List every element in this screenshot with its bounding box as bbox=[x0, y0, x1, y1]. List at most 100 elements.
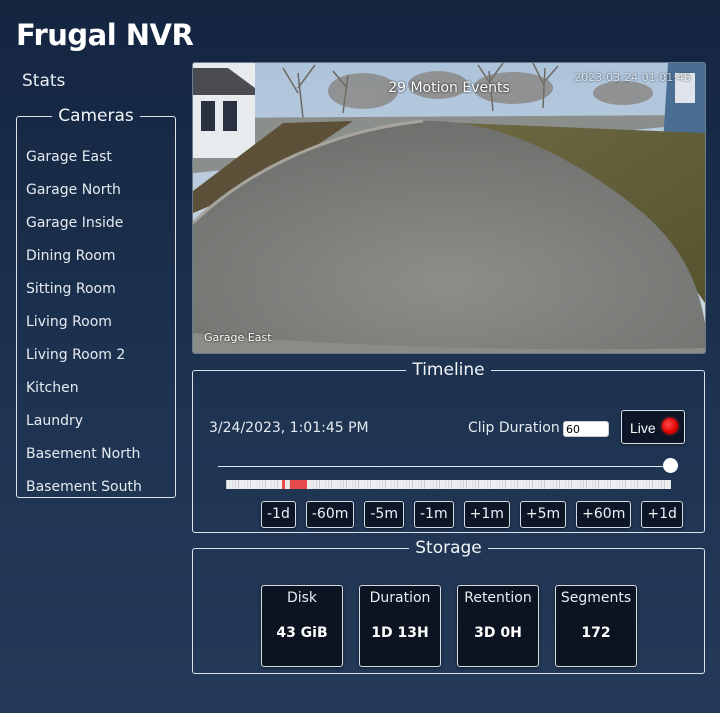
timeline-segment-tick bbox=[457, 480, 458, 489]
live-button[interactable]: Live bbox=[621, 410, 685, 444]
motion-event-marker[interactable] bbox=[282, 480, 285, 489]
timeline-segment-tick bbox=[358, 480, 359, 489]
timeline-segment-tick bbox=[463, 480, 464, 489]
timeline-segment-tick bbox=[229, 480, 230, 489]
timeline-segment-tick bbox=[640, 480, 641, 489]
timeline-segment-tick bbox=[331, 480, 332, 489]
cameras-panel: Cameras Garage East Garage North Garage … bbox=[16, 106, 176, 498]
timeline-segment-tick bbox=[622, 480, 623, 489]
live-indicator-icon bbox=[662, 418, 678, 434]
timeline-segment-tick bbox=[352, 480, 353, 489]
timeline-panel: Timeline 3/24/2023, 1:01:45 PM Clip Dura… bbox=[192, 360, 705, 533]
timeline-segment-tick bbox=[436, 480, 437, 489]
storage-card-value: 1D 13H bbox=[371, 625, 429, 641]
storage-card-title: Disk bbox=[286, 590, 318, 606]
timeline-segment-tick bbox=[541, 480, 542, 489]
timeline-segment-tick bbox=[322, 480, 323, 489]
timeline-segment-tick bbox=[658, 480, 659, 489]
camera-item-basement-north[interactable]: Basement North bbox=[26, 443, 142, 476]
timeline-segment-tick bbox=[601, 480, 602, 489]
timeline-segment-tick bbox=[625, 480, 626, 489]
timeline-segment-tick bbox=[472, 480, 473, 489]
clip-duration-input[interactable] bbox=[563, 421, 609, 437]
timeline-segment-tick bbox=[286, 480, 287, 489]
camera-video-player[interactable]: 2023-03-24 01:01:45 29 Motion Events Gar… bbox=[192, 62, 706, 354]
timeline-segment-tick bbox=[268, 480, 269, 489]
storage-card-title: Retention bbox=[464, 590, 532, 606]
camera-caption: Garage East bbox=[204, 331, 272, 344]
step-plus-5m-button[interactable]: +5m bbox=[519, 501, 567, 528]
timeline-segment-tick bbox=[553, 480, 554, 489]
timeline-segment-tick bbox=[259, 480, 260, 489]
timeline-segment-tick bbox=[430, 480, 431, 489]
motion-events-label: 29 Motion Events bbox=[388, 80, 510, 96]
camera-item-living-room[interactable]: Living Room bbox=[26, 311, 142, 344]
camera-item-living-room-2[interactable]: Living Room 2 bbox=[26, 344, 142, 377]
timeline-slider-track[interactable] bbox=[218, 466, 672, 467]
timeline-segment-tick bbox=[649, 480, 650, 489]
timeline-segment-tick bbox=[235, 480, 236, 489]
step-plus-1d-button[interactable]: +1d bbox=[641, 501, 683, 528]
camera-item-garage-east[interactable]: Garage East bbox=[26, 146, 142, 179]
camera-frame-image bbox=[193, 63, 705, 353]
timeline-segment-tick bbox=[493, 480, 494, 489]
timeline-segment-tick bbox=[277, 480, 278, 489]
timeline-segment-tick bbox=[595, 480, 596, 489]
camera-item-garage-north[interactable]: Garage North bbox=[26, 179, 142, 212]
timeline-segment-tick bbox=[637, 480, 638, 489]
timeline-segment-tick bbox=[454, 480, 455, 489]
camera-item-garage-inside[interactable]: Garage Inside bbox=[26, 212, 142, 245]
camera-item-dining-room[interactable]: Dining Room bbox=[26, 245, 142, 278]
timeline-segment-tick bbox=[280, 480, 281, 489]
timeline-segment-tick bbox=[340, 480, 341, 489]
timeline-segment-tick bbox=[367, 480, 368, 489]
timeline-segment-tick bbox=[568, 480, 569, 489]
timeline-segment-tick bbox=[262, 480, 263, 489]
timeline-segment-tick bbox=[394, 480, 395, 489]
camera-item-kitchen[interactable]: Kitchen bbox=[26, 377, 142, 410]
step-minus-5m-button[interactable]: -5m bbox=[364, 501, 404, 528]
timeline-segment-bar[interactable] bbox=[226, 480, 671, 489]
timeline-slider-thumb[interactable] bbox=[663, 458, 678, 473]
storage-card-disk: Disk 43 GiB bbox=[261, 585, 343, 667]
step-plus-1m-button[interactable]: +1m bbox=[463, 501, 510, 528]
storage-card-title: Duration bbox=[369, 590, 431, 606]
timeline-segment-tick bbox=[238, 480, 239, 489]
camera-item-basement-south[interactable]: Basement South bbox=[26, 476, 142, 509]
timeline-segment-tick bbox=[337, 480, 338, 489]
timeline-segment-tick bbox=[508, 480, 509, 489]
timeline-segment-tick bbox=[628, 480, 629, 489]
timeline-segment-tick bbox=[550, 480, 551, 489]
stats-link[interactable]: Stats bbox=[22, 71, 65, 91]
timeline-segment-tick bbox=[415, 480, 416, 489]
timeline-segment-tick bbox=[256, 480, 257, 489]
step-minus-60m-button[interactable]: -60m bbox=[305, 501, 355, 528]
timeline-segment-tick bbox=[373, 480, 374, 489]
storage-legend: Storage bbox=[415, 538, 482, 558]
timeline-segment-tick bbox=[481, 480, 482, 489]
timeline-segment-tick bbox=[442, 480, 443, 489]
timeline-segment-tick bbox=[253, 480, 254, 489]
step-minus-1m-button[interactable]: -1m bbox=[413, 501, 454, 528]
camera-list: Garage East Garage North Garage Inside D… bbox=[26, 146, 142, 509]
timeline-segment-tick bbox=[382, 480, 383, 489]
timeline-segment-tick bbox=[475, 480, 476, 489]
storage-cards: Disk 43 GiB Duration 1D 13H Retention 3D… bbox=[261, 585, 637, 667]
timeline-segment-tick bbox=[307, 480, 308, 489]
timeline-segment-tick bbox=[667, 480, 668, 489]
timeline-segment-tick bbox=[451, 480, 452, 489]
timeline-segment-tick bbox=[619, 480, 620, 489]
timeline-segment-tick bbox=[580, 480, 581, 489]
timeline-segment-tick bbox=[391, 480, 392, 489]
step-plus-60m-button[interactable]: +60m bbox=[576, 501, 632, 528]
timeline-segment-tick bbox=[349, 480, 350, 489]
timeline-segment-tick bbox=[535, 480, 536, 489]
timeline-segment-tick bbox=[607, 480, 608, 489]
camera-item-sitting-room[interactable]: Sitting Room bbox=[26, 278, 142, 311]
storage-card-segments: Segments 172 bbox=[555, 585, 637, 667]
step-minus-1d-button[interactable]: -1d bbox=[261, 501, 296, 528]
motion-event-marker[interactable] bbox=[290, 480, 307, 489]
timeline-segment-tick bbox=[376, 480, 377, 489]
storage-card-retention: Retention 3D 0H bbox=[457, 585, 539, 667]
camera-item-laundry[interactable]: Laundry bbox=[26, 410, 142, 443]
